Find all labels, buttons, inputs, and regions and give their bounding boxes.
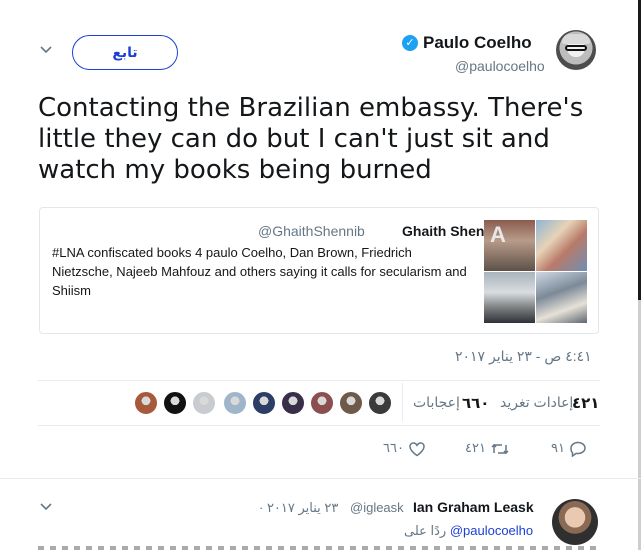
replying-prefix: ردًا على (404, 523, 447, 538)
avatar-glasses (565, 45, 587, 51)
divider (38, 425, 600, 426)
author-name[interactable]: Paulo Coelho (423, 33, 532, 53)
like-count: ٦٦٠ (383, 440, 404, 455)
liker-avatars (134, 391, 392, 417)
liker-avatar[interactable] (252, 391, 276, 415)
liker-avatar[interactable] (339, 391, 363, 415)
author-avatar[interactable] (556, 30, 596, 70)
reply-count: ٩١ (551, 440, 565, 455)
like-button[interactable]: ٦٦٠ (383, 440, 426, 460)
chevron-down-icon[interactable] (40, 501, 52, 513)
author-handle[interactable]: @paulocoelho (455, 58, 545, 74)
liker-avatar[interactable] (368, 391, 392, 415)
chevron-down-icon[interactable] (40, 44, 52, 56)
liker-avatar[interactable] (192, 391, 216, 415)
replying-mention-link[interactable]: @paulocoelho (450, 523, 533, 538)
reply-author-avatar[interactable] (552, 499, 598, 545)
quoted-media-grid[interactable] (484, 220, 587, 323)
liker-avatar[interactable] (281, 391, 305, 415)
tweet-timestamp[interactable]: ٤:٤١ ص - ٢٣ يناير ٢٠١٧ (455, 348, 592, 365)
liker-avatar[interactable] (163, 391, 187, 415)
reply-author-handle[interactable]: @igleask (350, 500, 404, 515)
reply-icon (569, 441, 586, 457)
media-thumbnail[interactable] (536, 220, 587, 271)
quoted-author-handle: @GhaithShennib (258, 223, 365, 239)
reply-text-cutoff (38, 546, 598, 550)
liker-avatar[interactable] (223, 391, 247, 415)
media-thumbnail[interactable] (484, 220, 535, 271)
stats-divider (402, 383, 403, 421)
likes-label[interactable]: إعجابات (413, 394, 460, 411)
retweets-count[interactable]: ٤٢١ (572, 394, 599, 412)
media-thumbnail[interactable] (484, 272, 535, 323)
follow-button[interactable]: تابع (72, 35, 178, 70)
avatar-hair (562, 34, 590, 44)
liker-avatar[interactable] (134, 391, 158, 415)
reply-author-name[interactable]: Ian Graham Leask (413, 499, 534, 515)
tweet-permalink: Paulo Coelho ✓ @paulocoelho تابع Contact… (0, 0, 641, 550)
media-thumbnail[interactable] (536, 272, 587, 323)
retweet-button[interactable]: ٤٢١ (465, 440, 510, 460)
verified-badge-icon: ✓ (402, 35, 418, 51)
retweets-label[interactable]: إعادات تغريد (500, 394, 573, 411)
divider (38, 380, 600, 381)
tweet-text: Contacting the Brazilian embassy. There'… (38, 93, 584, 185)
replying-to: ردًا على @paulocoelho (404, 523, 533, 539)
quoted-tweet-text: #LNA confiscated books 4 paulo Coelho, D… (52, 245, 467, 298)
heart-icon (408, 441, 425, 456)
retweet-icon (491, 443, 509, 454)
divider (0, 478, 641, 479)
quoted-tweet[interactable]: Ghaith Shennib @GhaithShennib #LNA confi… (39, 207, 599, 334)
likes-count[interactable]: ٦٦٠ (462, 394, 489, 412)
liker-avatar[interactable] (310, 391, 334, 415)
reply-date[interactable]: · ٢٣ يناير ٢٠١٧ (259, 500, 338, 516)
retweet-count: ٤٢١ (465, 440, 486, 455)
reply-button[interactable]: ٩١ (551, 440, 587, 460)
